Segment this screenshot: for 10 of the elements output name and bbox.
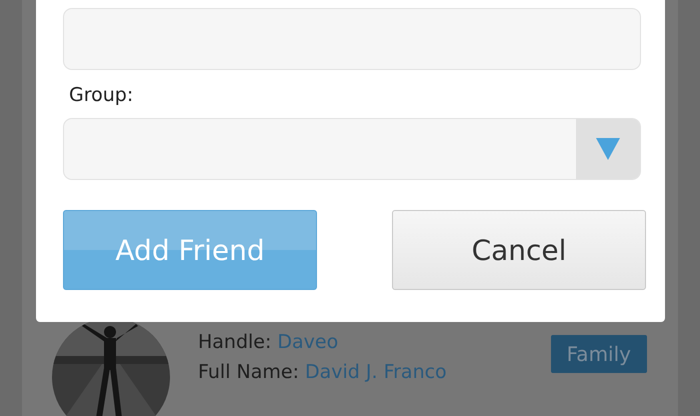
full-name-value: David J. Franco — [304, 361, 447, 383]
handle-label: Handle: — [198, 331, 272, 353]
select-field[interactable] — [63, 118, 641, 180]
input-field[interactable] — [63, 8, 641, 70]
cancel-button[interactable]: Cancel — [392, 210, 646, 290]
group-tag: Family — [550, 335, 647, 373]
handle-value: Daveo — [277, 331, 338, 353]
dropdown-arrow-icon — [596, 138, 620, 160]
full-name-label: Full Name: — [198, 361, 299, 383]
field-label: Group: — [69, 84, 134, 106]
